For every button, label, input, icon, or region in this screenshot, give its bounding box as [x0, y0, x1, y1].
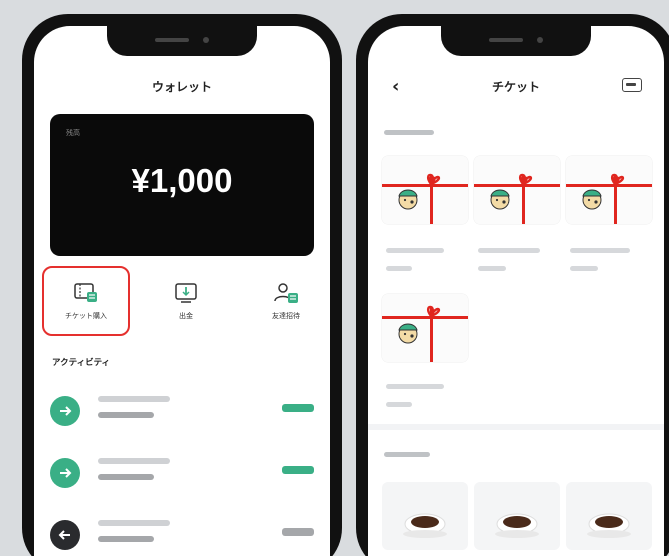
- activity-section-title: アクティビティ: [52, 358, 111, 368]
- withdraw-icon: [175, 283, 197, 303]
- gift-ticket-image: [474, 156, 560, 224]
- section-heading-placeholder: [384, 130, 434, 135]
- balance-card: 残高 ¥1,000: [50, 114, 314, 256]
- activity-item[interactable]: [50, 452, 314, 492]
- coffee-cup-image: [587, 513, 631, 538]
- activity-amount-badge: [282, 528, 314, 536]
- ticket-name-placeholder: [386, 384, 444, 389]
- ticket-price-placeholder: [386, 402, 412, 407]
- section-divider: [368, 424, 664, 430]
- ticket-purchase-icon: [74, 283, 97, 302]
- phone-tickets: ‹ チケット: [356, 14, 669, 556]
- balance-amount: ¥1,000: [131, 162, 233, 199]
- balance-label: 残高: [66, 129, 80, 137]
- invite-friend-icon: [274, 283, 298, 303]
- coffee-cup-image: [495, 513, 539, 538]
- activity-item[interactable]: [50, 514, 314, 554]
- activity-item[interactable]: [50, 390, 314, 430]
- ticket-price-placeholder: [386, 266, 412, 271]
- coffee-cup-image: [403, 513, 447, 538]
- activity-title-placeholder: [98, 458, 170, 464]
- arrow-right-icon: [50, 458, 80, 488]
- ticket-card[interactable]: [382, 156, 468, 224]
- ticket-name-placeholder: [386, 248, 444, 253]
- activity-title-placeholder: [98, 396, 170, 402]
- camera: [203, 37, 209, 43]
- ticket-icon[interactable]: [622, 78, 642, 92]
- ticket-purchase-label: チケット購入: [65, 312, 107, 320]
- ticket-purchase-button[interactable]: チケット購入: [42, 266, 130, 336]
- page-title: チケット: [491, 80, 540, 94]
- activity-amount-badge: [282, 404, 314, 412]
- gift-ticket-image: [566, 156, 652, 224]
- gift-ticket-image: [382, 294, 468, 362]
- coffee-ticket-card[interactable]: [474, 482, 560, 550]
- ticket-name-placeholder: [570, 248, 630, 253]
- activity-sub-placeholder: [98, 536, 154, 542]
- gift-ticket-image: [382, 156, 468, 224]
- wallet-screen: ウォレット 残高 ¥1,000 チケット購入 出金 友達招待 アクティビティ: [34, 26, 330, 556]
- activity-sub-placeholder: [98, 474, 154, 480]
- arrow-left-icon: [50, 520, 80, 550]
- invite-friend-label: 友達招待: [272, 312, 300, 320]
- notch: [107, 26, 257, 56]
- section-heading-placeholder: [384, 452, 430, 457]
- coffee-ticket-card[interactable]: [566, 482, 652, 550]
- action-row: チケット購入 出金 友達招待: [42, 266, 322, 336]
- ticket-card[interactable]: [566, 156, 652, 224]
- withdraw-button[interactable]: 出金: [142, 266, 230, 336]
- page-title: ウォレット: [151, 80, 212, 94]
- invite-friend-button[interactable]: 友達招待: [242, 266, 330, 336]
- activity-sub-placeholder: [98, 412, 154, 418]
- activity-amount-badge: [282, 466, 314, 474]
- speaker: [155, 38, 189, 42]
- withdraw-label: 出金: [179, 312, 193, 320]
- notch: [441, 26, 591, 56]
- phone-wallet: ウォレット 残高 ¥1,000 チケット購入 出金 友達招待 アクティビティ: [22, 14, 342, 556]
- ticket-card[interactable]: [382, 294, 468, 362]
- ticket-price-placeholder: [570, 266, 598, 271]
- ticket-name-placeholder: [478, 248, 540, 253]
- ticket-card[interactable]: [474, 156, 560, 224]
- speaker: [489, 38, 523, 42]
- coffee-ticket-card[interactable]: [382, 482, 468, 550]
- camera: [537, 37, 543, 43]
- arrow-right-icon: [50, 396, 80, 426]
- activity-title-placeholder: [98, 520, 170, 526]
- ticket-price-placeholder: [478, 266, 506, 271]
- tickets-screen: ‹ チケット: [368, 26, 664, 556]
